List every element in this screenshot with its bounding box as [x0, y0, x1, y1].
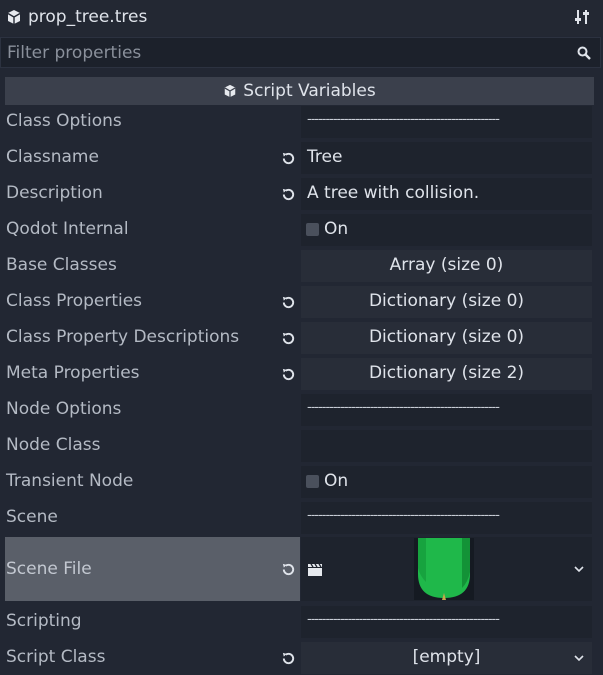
classname-value: Tree — [307, 147, 343, 167]
separator-field: ----------------------------------------… — [301, 106, 592, 138]
checkbox-box[interactable] — [306, 223, 319, 236]
class-property-descriptions-button[interactable]: Dictionary (size 0) — [301, 322, 592, 354]
revert-icon[interactable] — [281, 151, 296, 166]
property-label: Scene — [6, 507, 58, 527]
class-properties-button[interactable]: Dictionary (size 0) — [301, 286, 592, 318]
property-node-options: Node Options ---------------------------… — [0, 393, 603, 427]
filter-properties-field[interactable] — [0, 37, 601, 68]
class-properties-value: Dictionary (size 0) — [368, 291, 525, 311]
property-label: Node Class — [6, 435, 101, 455]
property-label: Script Class — [6, 647, 106, 667]
script-class-picker[interactable]: [empty] — [301, 642, 592, 674]
checkbox-label: On — [324, 219, 349, 239]
checkbox-box[interactable] — [306, 475, 319, 488]
class-property-descriptions-value: Dictionary (size 0) — [368, 327, 525, 347]
revert-icon[interactable] — [281, 295, 296, 310]
property-label: Class Property Descriptions — [6, 327, 240, 347]
property-meta-properties: Meta Properties Dictionary (size 2) — [0, 357, 603, 391]
property-label: Classname — [6, 147, 99, 167]
property-scripting: Scripting ------------------------------… — [0, 605, 603, 639]
description-value: A tree with collision. — [307, 183, 480, 203]
filter-properties-input[interactable] — [7, 41, 567, 65]
base-classes-button[interactable]: Array (size 0) — [301, 250, 592, 282]
description-input[interactable]: A tree with collision. — [301, 178, 592, 210]
object-settings-icon[interactable] — [574, 9, 590, 25]
separator-field: ----------------------------------------… — [301, 502, 592, 534]
property-transient-node: Transient Node On — [0, 465, 603, 499]
separator-text: ----------------------------------------… — [307, 400, 500, 415]
script-variables-section[interactable]: Script Variables — [5, 77, 594, 105]
scene-file-picker[interactable] — [301, 537, 592, 601]
revert-icon[interactable] — [281, 562, 296, 577]
property-description: Description A tree with collision. — [0, 177, 603, 211]
property-label: Scene File — [6, 559, 92, 579]
inspector-header: prop_tree.tres — [0, 0, 603, 36]
revert-icon[interactable] — [281, 331, 296, 346]
classname-input[interactable]: Tree — [301, 142, 592, 174]
qodot-internal-checkbox[interactable]: On — [301, 214, 592, 246]
separator-text: ----------------------------------------… — [307, 612, 500, 627]
separator-text: ----------------------------------------… — [307, 112, 500, 127]
base-classes-value: Array (size 0) — [389, 255, 504, 275]
property-qodot-internal: Qodot Internal On — [0, 213, 603, 247]
chevron-down-icon[interactable] — [574, 654, 584, 662]
separator-text: ----------------------------------------… — [307, 508, 500, 523]
search-icon — [577, 46, 591, 60]
node-class-input[interactable] — [301, 430, 592, 462]
property-base-classes: Base Classes Array (size 0) — [0, 249, 603, 283]
property-script-class: Script Class [empty] — [0, 641, 603, 675]
meta-properties-button[interactable]: Dictionary (size 2) — [301, 358, 592, 390]
property-label: Class Options — [6, 111, 122, 131]
property-class-properties: Class Properties Dictionary (size 0) — [0, 285, 603, 319]
property-scene: Scene ----------------------------------… — [0, 501, 603, 535]
property-scene-file: Scene File — [0, 537, 603, 601]
revert-icon[interactable] — [281, 651, 296, 666]
property-label: Description — [6, 183, 103, 203]
transient-node-checkbox[interactable]: On — [301, 466, 592, 498]
resource-title: prop_tree.tres — [28, 7, 148, 27]
property-label: Node Options — [6, 399, 122, 419]
property-classname: Classname Tree — [0, 141, 603, 175]
property-label: Qodot Internal — [6, 219, 129, 239]
checkbox-label: On — [324, 471, 349, 491]
property-class-options: Class Options --------------------------… — [0, 105, 603, 139]
property-label: Class Properties — [6, 291, 143, 311]
script-class-value: [empty] — [412, 647, 481, 667]
separator-field: ----------------------------------------… — [301, 394, 592, 426]
property-label: Scripting — [6, 611, 82, 631]
meta-properties-value: Dictionary (size 2) — [368, 363, 525, 383]
revert-icon[interactable] — [281, 187, 296, 202]
section-title: Script Variables — [243, 81, 376, 101]
tree-preview-thumbnail[interactable] — [412, 538, 476, 602]
property-label: Meta Properties — [6, 363, 140, 383]
cube-icon — [224, 84, 236, 98]
chevron-down-icon[interactable] — [574, 565, 584, 573]
property-label: Transient Node — [6, 471, 134, 491]
revert-icon[interactable] — [281, 367, 296, 382]
clapperboard-icon — [308, 563, 322, 576]
property-class-property-descriptions: Class Property Descriptions Dictionary (… — [0, 321, 603, 355]
separator-field: ----------------------------------------… — [301, 606, 592, 638]
resource-cube-icon — [7, 10, 21, 24]
property-node-class: Node Class — [0, 429, 603, 463]
property-label: Base Classes — [6, 255, 117, 275]
